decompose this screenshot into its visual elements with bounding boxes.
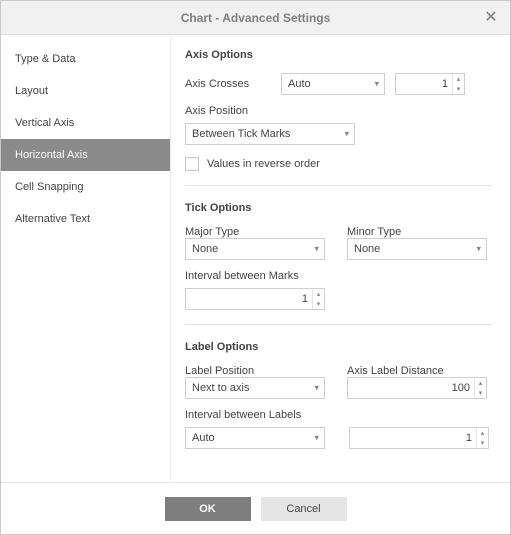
label-axis-position: Axis Position <box>185 105 492 117</box>
dialog-title: Chart - Advanced Settings <box>181 11 331 25</box>
chevron-down-icon: ▾ <box>374 79 379 90</box>
caret-down-icon[interactable]: ▾ <box>313 299 324 309</box>
label-interval-labels: Interval between Labels <box>185 409 492 421</box>
spinner-axis-label-distance-input[interactable] <box>348 378 474 398</box>
caret-down-icon[interactable]: ▾ <box>453 84 464 94</box>
select-label-position-value: Next to axis <box>192 382 249 394</box>
select-axis-position-value: Between Tick Marks <box>192 128 290 140</box>
row-axis-crosses: Axis Crosses Auto ▾ ▴▾ <box>185 73 492 95</box>
caret-down-icon[interactable]: ▾ <box>477 438 488 448</box>
spinner-axis-crosses-input[interactable] <box>396 74 452 94</box>
select-label-position[interactable]: Next to axis ▾ <box>185 377 325 399</box>
spinner-interval-marks[interactable]: ▴▾ <box>185 288 325 310</box>
select-minor-type[interactable]: None ▾ <box>347 238 487 260</box>
select-major-type-value: None <box>192 243 218 255</box>
sidebar-item-vertical-axis[interactable]: Vertical Axis <box>1 107 170 139</box>
spinner-interval-labels-input[interactable] <box>350 428 476 448</box>
select-interval-labels[interactable]: Auto ▾ <box>185 427 325 449</box>
dialog-body: Type & Data Layout Vertical Axis Horizon… <box>1 35 510 482</box>
select-axis-position[interactable]: Between Tick Marks ▾ <box>185 123 355 145</box>
row-tick-types: Major Type None ▾ Minor Type None ▾ <box>185 226 492 260</box>
label-axis-label-distance: Axis Label Distance <box>347 365 444 377</box>
spinner-buttons: ▴▾ <box>452 74 464 94</box>
label-major-type: Major Type <box>185 226 239 238</box>
select-interval-labels-value: Auto <box>192 432 215 444</box>
row-label-pos-dist: Label Position Next to axis ▾ Axis Label… <box>185 365 492 399</box>
caret-up-icon[interactable]: ▴ <box>477 428 488 438</box>
chevron-down-icon: ▾ <box>314 383 319 394</box>
spinner-buttons: ▴▾ <box>312 289 324 309</box>
chevron-down-icon: ▾ <box>314 433 319 444</box>
spinner-interval-labels[interactable]: ▴▾ <box>349 427 489 449</box>
label-reverse-order: Values in reverse order <box>207 158 320 170</box>
label-axis-crosses: Axis Crosses <box>185 78 271 90</box>
caret-up-icon[interactable]: ▴ <box>313 289 324 299</box>
cancel-button[interactable]: Cancel <box>261 497 347 521</box>
ok-button[interactable]: OK <box>165 497 251 521</box>
col-axis-label-distance: Axis Label Distance ▴▾ <box>347 365 487 399</box>
spinner-interval-marks-input[interactable] <box>186 289 312 309</box>
caret-down-icon[interactable]: ▾ <box>475 388 486 398</box>
label-minor-type: Minor Type <box>347 226 401 238</box>
checkbox-reverse-order[interactable] <box>185 157 199 171</box>
section-axis-options: Axis Options <box>185 49 492 61</box>
spinner-buttons: ▴▾ <box>474 378 486 398</box>
spinner-axis-crosses-value[interactable]: ▴▾ <box>395 73 465 95</box>
caret-up-icon[interactable]: ▴ <box>475 378 486 388</box>
spinner-axis-label-distance[interactable]: ▴▾ <box>347 377 487 399</box>
sidebar: Type & Data Layout Vertical Axis Horizon… <box>1 35 171 482</box>
caret-up-icon[interactable]: ▴ <box>453 74 464 84</box>
chart-advanced-settings-dialog: Chart - Advanced Settings ✕ Type & Data … <box>0 0 511 535</box>
divider <box>185 185 492 186</box>
sidebar-item-cell-snapping[interactable]: Cell Snapping <box>1 171 170 203</box>
spinner-buttons: ▴▾ <box>476 428 488 448</box>
titlebar: Chart - Advanced Settings ✕ <box>1 1 510 35</box>
sidebar-item-alternative-text[interactable]: Alternative Text <box>1 203 170 235</box>
sidebar-item-horizontal-axis[interactable]: Horizontal Axis <box>1 139 170 171</box>
close-icon[interactable]: ✕ <box>482 8 500 26</box>
col-label-position: Label Position Next to axis ▾ <box>185 365 325 399</box>
label-interval-marks: Interval between Marks <box>185 270 492 282</box>
row-reverse-order: Values in reverse order <box>185 157 492 171</box>
select-major-type[interactable]: None ▾ <box>185 238 325 260</box>
select-axis-crosses[interactable]: Auto ▾ <box>281 73 385 95</box>
chevron-down-icon: ▾ <box>344 129 349 140</box>
col-minor-type: Minor Type None ▾ <box>347 226 487 260</box>
footer: OK Cancel <box>1 482 510 534</box>
label-label-position: Label Position <box>185 365 254 377</box>
section-tick-options: Tick Options <box>185 202 492 214</box>
row-interval-labels: Auto ▾ ▴▾ <box>185 427 492 449</box>
sidebar-item-type-data[interactable]: Type & Data <box>1 43 170 75</box>
chevron-down-icon: ▾ <box>314 244 319 255</box>
main-panel: Axis Options Axis Crosses Auto ▾ ▴▾ Axis… <box>171 35 510 482</box>
divider <box>185 324 492 325</box>
sidebar-item-layout[interactable]: Layout <box>1 75 170 107</box>
col-major-type: Major Type None ▾ <box>185 226 325 260</box>
section-label-options: Label Options <box>185 341 492 353</box>
chevron-down-icon: ▾ <box>476 244 481 255</box>
select-minor-type-value: None <box>354 243 380 255</box>
select-axis-crosses-value: Auto <box>288 78 311 90</box>
